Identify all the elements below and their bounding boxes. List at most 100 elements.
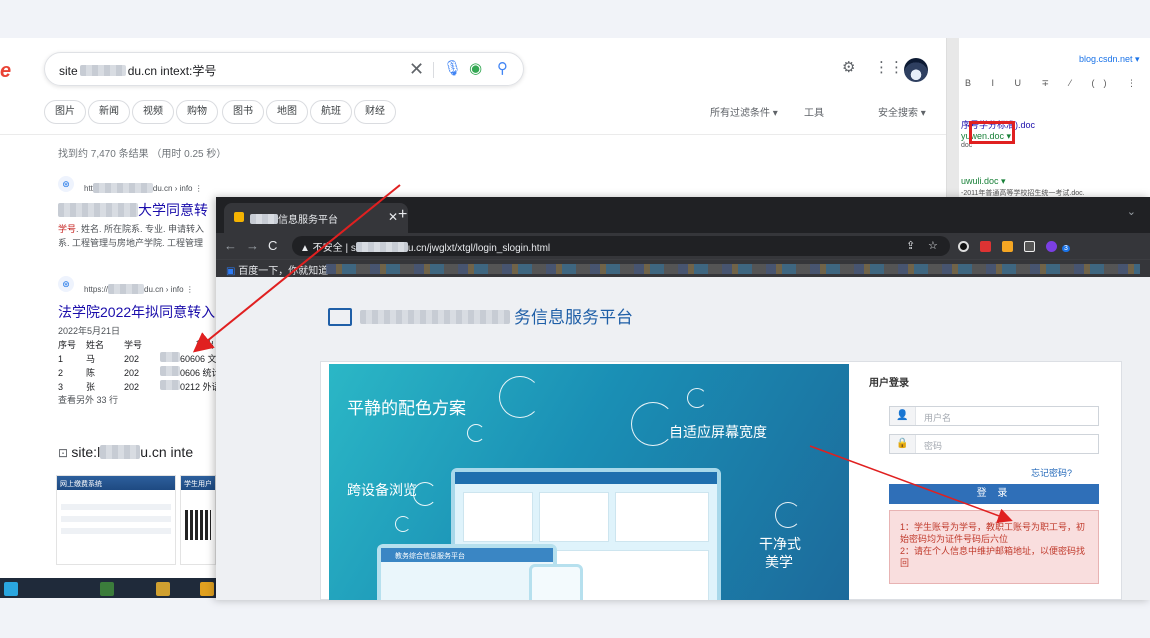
chrome-window: 信息服务平台 ✕ + ⌄ ← → C ▲ 不安全 | s u.cn/jwglxt/…: [216, 197, 1150, 600]
extension-icon[interactable]: [980, 241, 991, 252]
extension-icon[interactable]: [1046, 241, 1057, 252]
hero-text: 美学: [765, 554, 793, 570]
bookmarks-bar: ▣ 百度一下，你就知道: [216, 259, 1150, 277]
decor-ring: [775, 502, 801, 528]
result-snippet: 系. 工程管理与房地产学院. 工程管理: [58, 238, 204, 248]
login-panel: 平静的配色方案 自适应屏幕宽度 跨设备浏览 干净式 美学 教务综合信息服务平台 …: [320, 361, 1122, 600]
editor-toolbar[interactable]: B I U ∓ ⁄ () ⋮ ⋮ ☑: [965, 78, 1150, 89]
result-title[interactable]: 大学同意转: [58, 200, 208, 220]
tab-strip: 信息服务平台 ✕ + ⌄: [216, 197, 1150, 233]
decor-ring: [413, 482, 437, 506]
telegram-icon: [4, 582, 18, 596]
avatar[interactable]: [904, 58, 928, 82]
chip-images[interactable]: 图片: [44, 100, 86, 124]
new-tab-button[interactable]: +: [398, 206, 407, 224]
login-button[interactable]: 登 录: [889, 484, 1099, 504]
divider: [0, 134, 946, 135]
extension-icon[interactable]: [958, 241, 969, 252]
chip-books[interactable]: 图书: [222, 100, 264, 124]
forgot-password-link[interactable]: 忘记密码?: [1031, 466, 1072, 479]
back-icon[interactable]: ←: [224, 238, 237, 253]
table-row: 1 马 202 60606 文化: [58, 352, 226, 364]
tools-button[interactable]: 工具: [804, 104, 824, 119]
mic-icon[interactable]: 🎙: [443, 61, 462, 77]
star-icon[interactable]: ☆: [928, 239, 938, 252]
extension-icon[interactable]: [1002, 241, 1013, 252]
login-form: 用户登录 👤 用户名 🔒 密码 忘记密码? 登 录 1：学生账号为学号，教职工账…: [869, 374, 1101, 584]
clear-icon[interactable]: ✕: [409, 60, 424, 78]
lock-icon: 🔒: [890, 435, 916, 453]
csdn-editor-pane: blog.csdn.net ▾ B I U ∓ ⁄ () ⋮ ⋮ ☑ 序号学分标…: [946, 38, 1150, 218]
google-logo[interactable]: e: [0, 60, 11, 83]
safe-search-button[interactable]: 安全搜索 ▾: [878, 104, 926, 119]
search-icon[interactable]: ⚲: [497, 61, 508, 77]
image-search-query[interactable]: ⊡ site:l u.cn inte: [58, 444, 193, 460]
favicon-icon: ⊛: [58, 176, 74, 192]
hero-text: 平静的配色方案: [347, 399, 466, 418]
hero-banner: 平静的配色方案 自适应屏幕宽度 跨设备浏览 干净式 美学 教务综合信息服务平台: [329, 364, 849, 600]
apps-grid-icon[interactable]: ⋮⋮: [874, 58, 904, 76]
result-title[interactable]: 法学院2022年拟同意转入: [58, 302, 215, 322]
taskbar: [0, 578, 216, 598]
lens-icon[interactable]: ◉: [469, 61, 482, 77]
all-filters-button[interactable]: 所有过滤条件 ▾: [710, 104, 778, 119]
divider: [433, 62, 434, 78]
share-icon[interactable]: ⇪: [906, 239, 915, 252]
chip-news[interactable]: 新闻: [88, 100, 130, 124]
username-field[interactable]: 👤 用户名: [889, 406, 1099, 426]
browser-tab[interactable]: 信息服务平台 ✕: [224, 203, 408, 233]
extension-icon[interactable]: [1024, 241, 1035, 252]
bookmark-baidu[interactable]: ▣ 百度一下，你就知道: [226, 262, 328, 277]
search-query[interactable]: site du.cn intext:学号: [59, 62, 216, 79]
tab-title: 信息服务平台: [250, 211, 338, 226]
settings-icon[interactable]: ⚙: [842, 58, 855, 76]
result-date: 2022年5月21日: [58, 326, 121, 336]
chip-videos[interactable]: 视频: [132, 100, 174, 124]
user-icon: 👤: [890, 407, 916, 425]
app-icon: [156, 582, 170, 596]
decor-ring: [687, 388, 707, 408]
app-icon: [100, 582, 114, 596]
more-rows-link[interactable]: 查看另外 33 行: [58, 394, 226, 407]
password-field[interactable]: 🔒 密码: [889, 434, 1099, 454]
chip-flights[interactable]: 航班: [310, 100, 352, 124]
table-row: 2 陈 202 0606 统计: [58, 366, 221, 378]
table-row: 序号 姓名 学号 转出: [58, 340, 215, 350]
result-snippet: 学号. 姓名. 所在院系. 专业. 申请转入: [58, 224, 205, 234]
address-text[interactable]: ▲ 不安全 | s u.cn/jwglxt/xtgl/login_slogin.h…: [300, 239, 550, 254]
decor-ring: [395, 516, 411, 532]
app-icon: [200, 582, 214, 596]
image-icon: ⊡: [58, 446, 72, 460]
chevron-down-icon[interactable]: ⌄: [1127, 205, 1136, 218]
result-table: 序号 姓名 学号 转出 1 马 202 60606 文化 2 陈 202 0606 统计 3 张 20…: [58, 339, 226, 407]
close-tab-icon[interactable]: ✕: [388, 210, 398, 224]
forward-icon[interactable]: →: [246, 238, 259, 253]
chip-maps[interactable]: 地图: [266, 100, 308, 124]
platform-logo-icon: [328, 308, 352, 326]
extension-badge: 3: [1062, 245, 1070, 252]
result-url[interactable]: htt du.cn › info ⋮: [84, 183, 203, 193]
hero-text: 跨设备浏览: [347, 482, 417, 498]
decor-ring: [499, 376, 541, 418]
chip-finance[interactable]: 财经: [354, 100, 396, 124]
highlight-box: [969, 121, 1015, 144]
doc-link[interactable]: uwuli.doc ▾: [961, 176, 1006, 187]
phone-mockup: [529, 564, 583, 600]
scrollbar[interactable]: [947, 38, 959, 218]
page-title: 务信息服务平台: [328, 303, 633, 328]
image-thumbnail[interactable]: 网上缴费系统: [56, 475, 176, 565]
search-box[interactable]: site du.cn intext:学号 ✕ 🎙 ◉ ⚲: [44, 52, 524, 86]
password-placeholder: 密码: [924, 441, 943, 451]
redacted-bookmarks: [326, 264, 1140, 274]
result-url[interactable]: https://du.cn › info ⋮: [84, 284, 194, 294]
login-notice: 1：学生账号为学号，教职工账号为职工号，初始密码均为证件号码后六位 2：请在个人…: [889, 510, 1099, 584]
address-bar[interactable]: ▲ 不安全 | s u.cn/jwglxt/xtgl/login_slogin.h…: [292, 236, 950, 256]
chip-shopping[interactable]: 购物: [176, 100, 218, 124]
hero-text: 干净式: [759, 536, 801, 552]
reload-icon[interactable]: C: [268, 238, 277, 253]
login-title: 用户登录: [869, 378, 909, 389]
image-thumbnail[interactable]: 学生用户登录: [180, 475, 216, 565]
login-page: 务信息服务平台 平静的配色方案 自适应屏幕宽度 跨设备浏览 干净式 美学 教务综…: [216, 277, 1150, 600]
username-placeholder: 用户名: [924, 413, 952, 423]
csdn-host-link[interactable]: blog.csdn.net ▾: [1079, 54, 1140, 65]
